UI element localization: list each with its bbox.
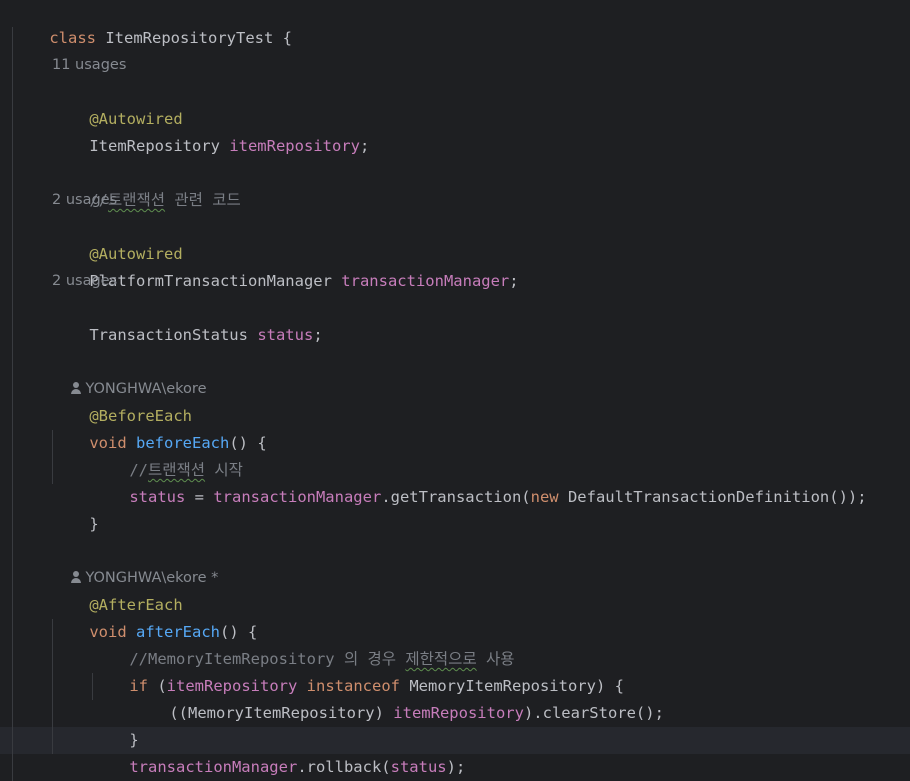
code-line-transaction-manager-field[interactable]: PlatformTransactionManager transactionMa… (52, 241, 518, 290)
code-line-comment-transaction[interactable]: //트랜잭션 관련 코드 (52, 160, 240, 209)
code-line-before-each-signature[interactable]: void beforeEach() { (52, 403, 266, 452)
usages-hint-status[interactable]: 2 usages (52, 268, 117, 295)
usages-hint-transaction-manager[interactable]: 2 usages (52, 187, 117, 214)
field-name: transactionManager (341, 272, 510, 290)
code-line-annotation-autowired[interactable]: @Autowired (52, 79, 182, 128)
code-line-item-repository-field[interactable]: ItemRepository itemRepository; (52, 106, 369, 155)
code-line-rollback[interactable]: transactionManager.rollback(status); (92, 727, 465, 776)
field-name: status (257, 326, 314, 344)
class-keyword: class (49, 29, 96, 47)
code-line-status-field[interactable]: TransactionStatus status; (52, 295, 322, 344)
code-line-annotation-before-each[interactable]: @BeforeEach (52, 376, 192, 425)
rollback-tail: ); (446, 758, 466, 776)
semicolon: ; (509, 272, 519, 290)
code-line-close-before-each[interactable]: } (52, 484, 98, 533)
status-variable: status (129, 488, 186, 506)
code-line-comment-start[interactable]: //트랜잭션 시작 (92, 430, 243, 479)
code-line-clear-store[interactable]: ((MemoryItemRepository) itemRepository).… (132, 673, 664, 722)
class-name: ItemRepositoryTest (105, 29, 274, 47)
code-line-if-instanceof[interactable]: if (itemRepository instanceof MemoryItem… (92, 646, 624, 695)
field-name: itemRepository (229, 137, 360, 155)
cast-open: ((MemoryItemRepository) (169, 704, 394, 722)
semicolon: ; (359, 137, 370, 155)
author-hint-before-each[interactable]: YONGHWA\ekore (52, 349, 207, 397)
open-brace: { (273, 29, 292, 47)
field-type: TransactionStatus (89, 326, 258, 344)
comment-rest: 관련 코드 (165, 191, 241, 209)
code-editor[interactable]: class ItemRepositoryTest { 11 usages @Au… (0, 0, 910, 781)
assign-operator: = (185, 488, 214, 506)
clear-store-call: ).clearStore(); (523, 704, 664, 722)
item-repository-ref: itemRepository (393, 704, 524, 722)
code-line-class-declaration[interactable]: class ItemRepositoryTest { (12, 0, 292, 47)
author-hint-after-each[interactable]: YONGHWA\ekore * (52, 538, 218, 586)
rollback-call: .rollback( (297, 758, 391, 776)
field-type: PlatformTransactionManager (89, 272, 342, 290)
code-line-annotation-autowired-2[interactable]: @Autowired (52, 214, 182, 263)
indent-guide-class (12, 27, 13, 781)
close-brace: } (89, 515, 99, 533)
transaction-manager-ref: transactionManager (213, 488, 382, 506)
code-line-close-if[interactable]: } (92, 700, 138, 749)
transaction-manager-ref: transactionManager (129, 758, 298, 776)
usages-hint-item-repository[interactable]: 11 usages (52, 52, 126, 79)
code-line-get-transaction[interactable]: status = transactionManager.getTransacti… (92, 457, 866, 506)
code-line-annotation-after-each[interactable]: @AfterEach (52, 565, 182, 614)
field-type: ItemRepository (89, 137, 230, 155)
definition-constructor: DefaultTransactionDefinition()); (558, 488, 867, 506)
new-keyword: new (530, 488, 559, 506)
semicolon: ; (313, 326, 323, 344)
code-line-close-after-each[interactable]: } (52, 754, 99, 781)
get-transaction-call: .getTransaction( (381, 488, 531, 506)
code-line-comment-memory[interactable]: //MemoryItemRepository 의 경우 제한적으로 사용 (92, 619, 514, 668)
status-arg: status (390, 758, 447, 776)
code-line-after-each-signature[interactable]: void afterEach() { (52, 592, 257, 641)
